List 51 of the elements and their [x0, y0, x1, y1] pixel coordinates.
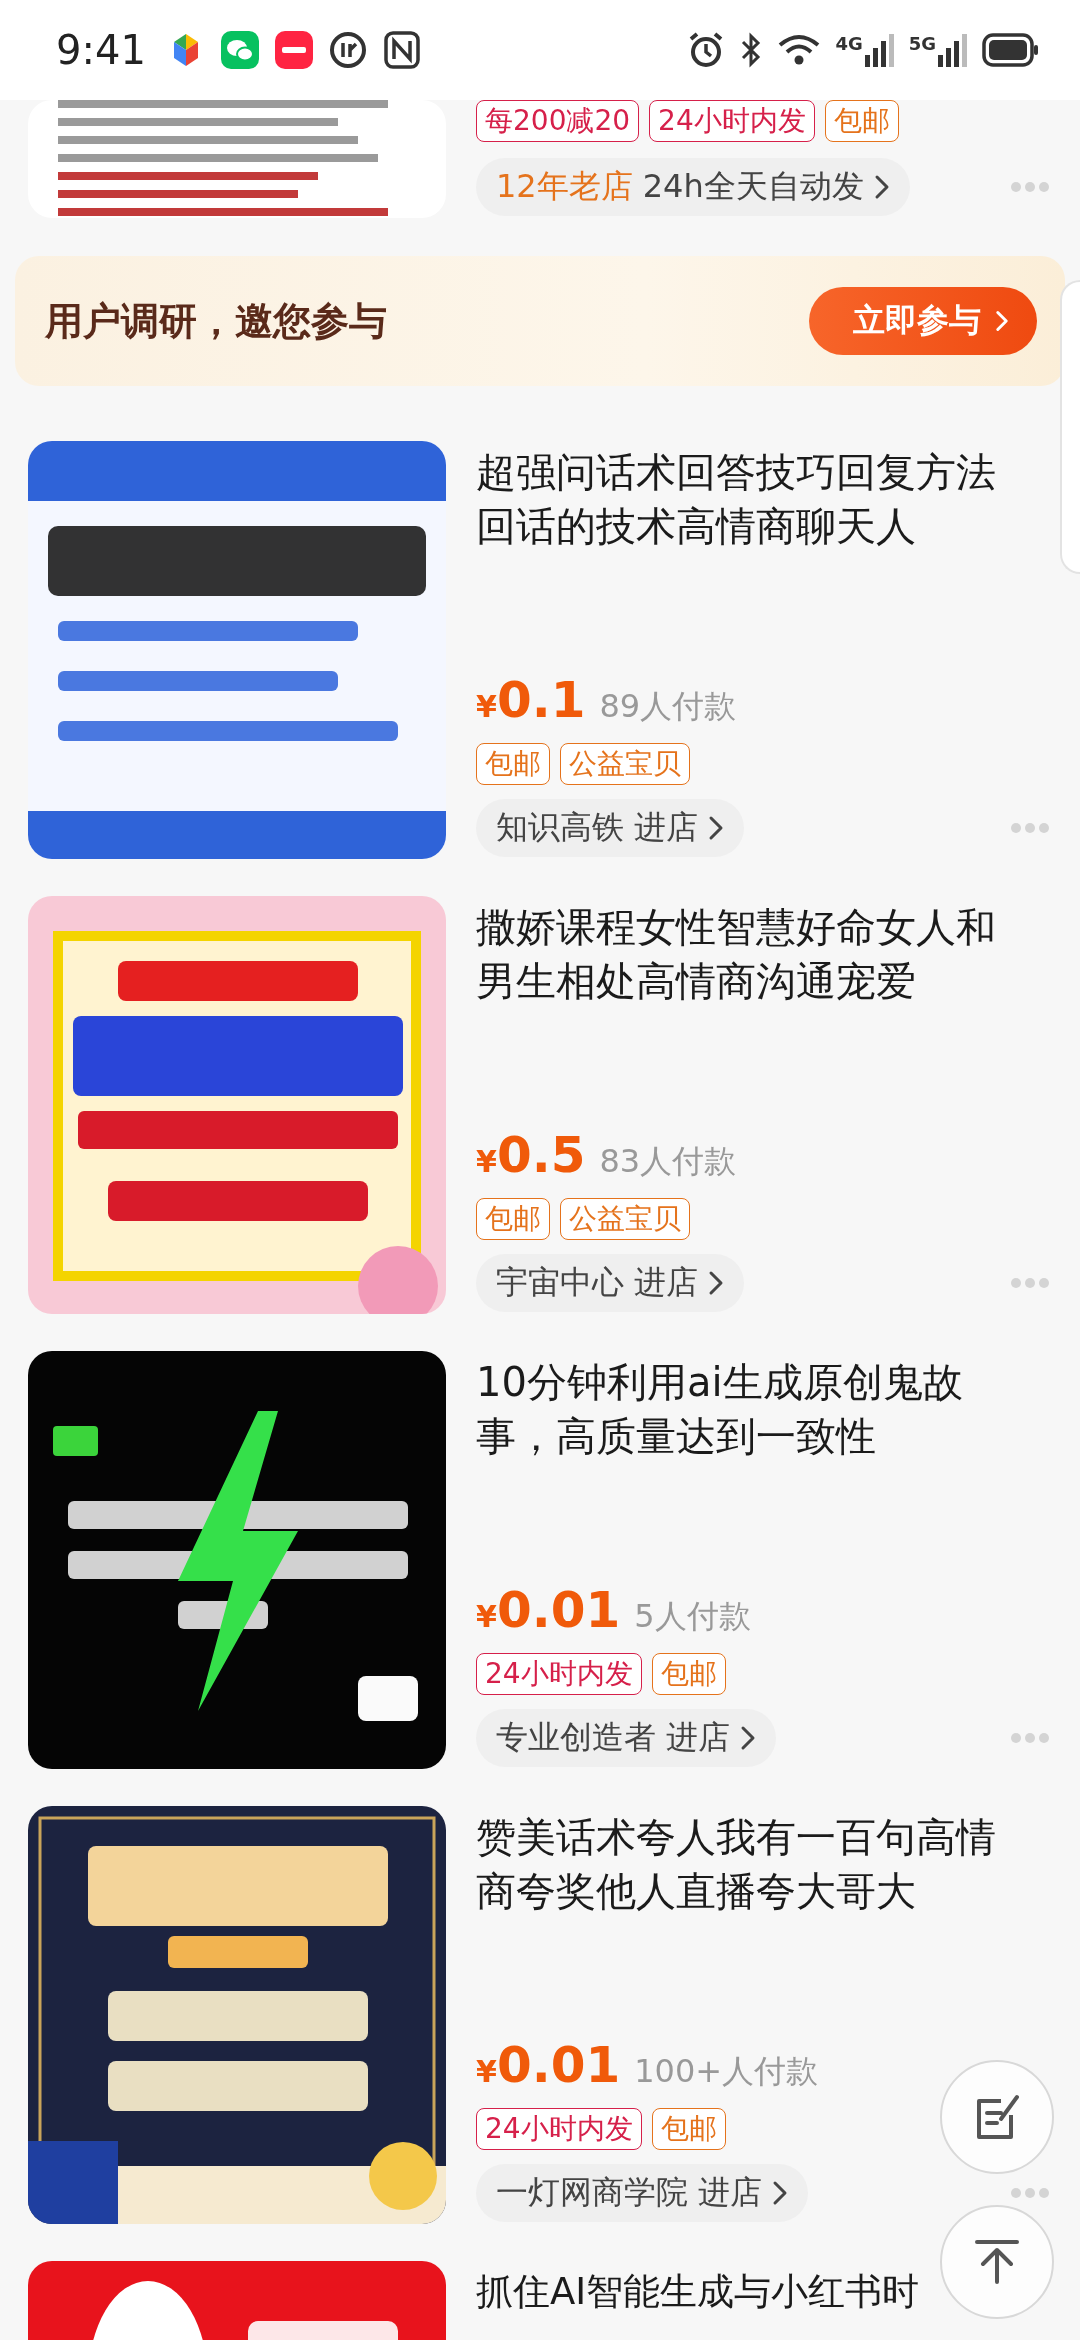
- chevron-icon: [708, 815, 724, 841]
- chevron-icon: [873, 174, 890, 200]
- notes-app-icon: [273, 30, 314, 70]
- signal-icon: [938, 33, 968, 67]
- battery-icon: [982, 33, 1040, 67]
- tag-label: 包邮: [824, 100, 899, 142]
- network-type-label: 4G: [835, 33, 863, 54]
- store-link[interactable]: 知识高铁 进店: [476, 799, 744, 857]
- tag-label: 包邮: [476, 743, 550, 785]
- store-link[interactable]: 12年老店 24h全天自动发: [476, 158, 910, 216]
- chevron-icon: [708, 1270, 724, 1296]
- price: ¥0.1: [476, 671, 586, 729]
- chat-app-icon: [219, 30, 260, 70]
- store-link[interactable]: 专业创造者 进店: [476, 1709, 776, 1767]
- sales-count: 83人付款: [599, 1141, 737, 1182]
- product-title[interactable]: 赞美话术夸人我有一百句高情商夸奖他人直播夸大哥大: [476, 1810, 1030, 1918]
- product-title[interactable]: 撒娇课程女性智慧好命女人和男生相处高情商沟通宠爱: [476, 900, 1030, 1008]
- side-panel-tab[interactable]: [1060, 280, 1080, 574]
- tag-label: 包邮: [476, 1198, 550, 1240]
- more-icon[interactable]: [1010, 181, 1050, 193]
- store-link[interactable]: 宇宙中心 进店: [476, 1254, 744, 1312]
- clock-time: 9:41: [56, 27, 146, 73]
- tag-label: 公益宝贝: [560, 1198, 690, 1240]
- tag-label: 每200减20: [476, 100, 640, 142]
- tag-label: 公益宝贝: [560, 743, 690, 785]
- survey-text: 用户调研，邀您参与: [45, 297, 387, 345]
- network-type-label: 5G: [908, 33, 936, 54]
- tag-label: 24小时内发: [476, 2108, 642, 2150]
- price: ¥0.01: [476, 1581, 621, 1639]
- store-link[interactable]: 一灯网商学院 进店: [476, 2164, 808, 2222]
- sales-count: 5人付款: [634, 1596, 751, 1637]
- nfc-icon: [381, 30, 422, 70]
- more-icon[interactable]: [1010, 822, 1050, 834]
- chevron-icon: [740, 1725, 756, 1751]
- product-title[interactable]: 超强问话术回答技巧回复方法回话的技术高情商聊天人: [476, 445, 1030, 553]
- more-icon[interactable]: [1010, 1277, 1050, 1289]
- product-title[interactable]: 抓住AI智能生成与小红书时: [476, 2265, 920, 2319]
- tag-label: 包邮: [651, 2108, 726, 2150]
- more-icon[interactable]: [1010, 2187, 1050, 2199]
- tag-label: 包邮: [651, 1653, 726, 1695]
- sales-count: 89人付款: [599, 686, 737, 727]
- signal-icon: [864, 33, 895, 67]
- price: ¥0.5: [476, 1126, 586, 1184]
- tag-label: 24小时内发: [649, 100, 815, 142]
- chevron-icon: [995, 310, 1009, 332]
- price: ¥0.01: [476, 2036, 621, 2094]
- product-title[interactable]: 10分钟利用ai生成原创鬼故事，高质量达到一致性: [476, 1355, 1030, 1463]
- more-icon[interactable]: [1010, 1732, 1050, 1744]
- tag-label: 24小时内发: [476, 1653, 642, 1695]
- chevron-icon: [772, 2180, 788, 2206]
- sales-count: 100+人付款: [634, 2051, 819, 2092]
